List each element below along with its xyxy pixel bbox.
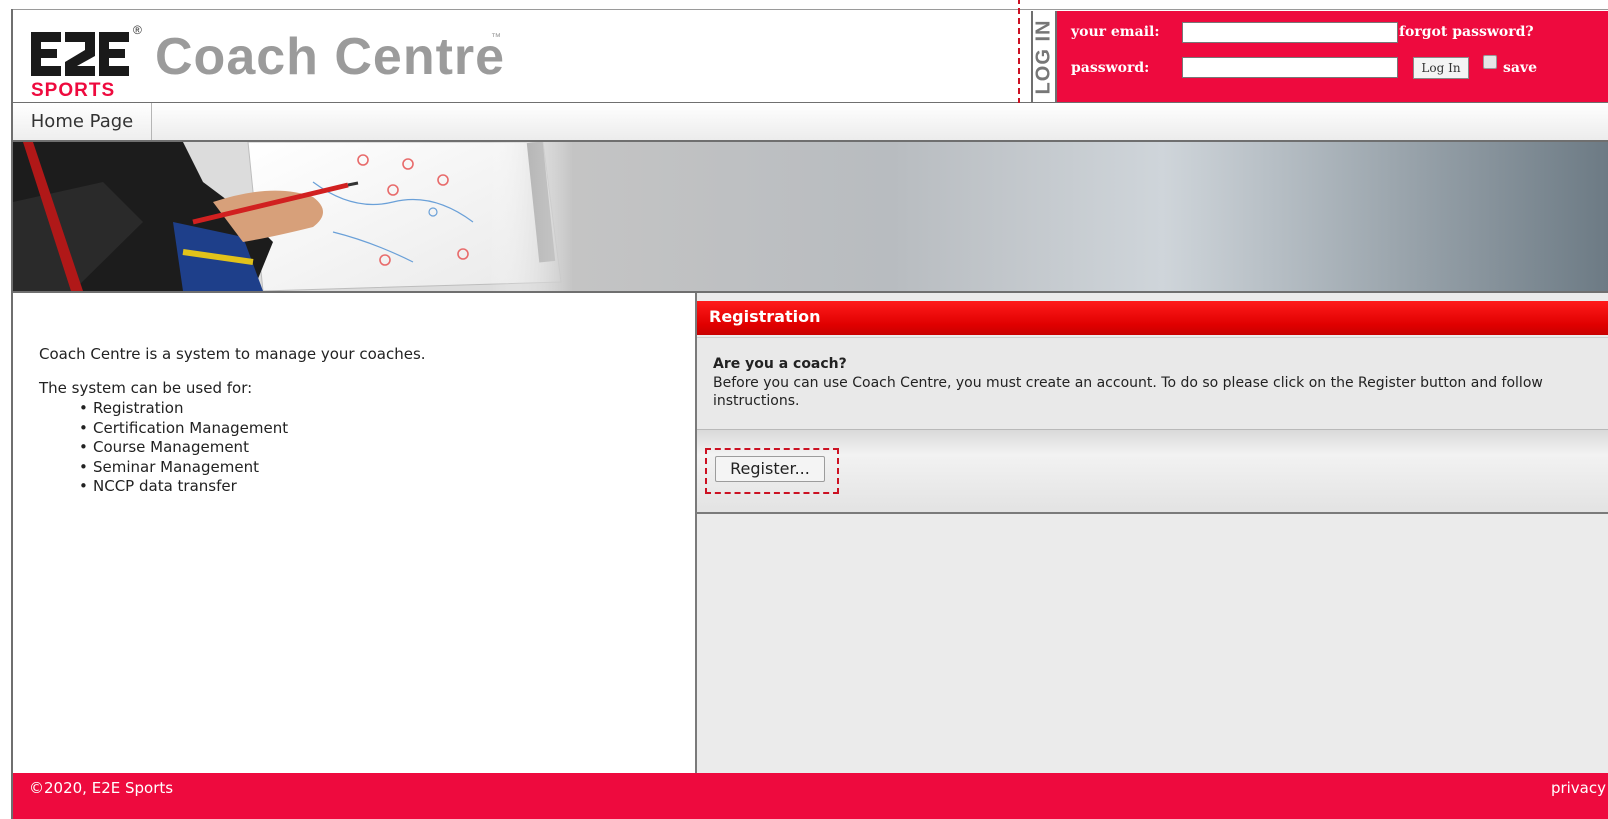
bullet-icon: • — [79, 418, 88, 437]
used-for-text: The system can be used for: — [39, 379, 253, 397]
save-label: save — [1503, 60, 1537, 76]
registration-question: Are you a coach? — [713, 356, 847, 372]
header: ® SPORTS Coach Centre ™ LOG IN your emai… — [13, 0, 1608, 114]
password-label: password: — [1071, 60, 1150, 76]
feature-list: • Registration • Certification Management … — [49, 399, 288, 497]
email-input[interactable] — [1182, 22, 1398, 43]
registration-title: Registration — [709, 307, 821, 326]
save-checkbox[interactable] — [1483, 55, 1497, 69]
feature-label: Seminar Management — [93, 457, 259, 476]
list-item: • Seminar Management — [79, 457, 288, 478]
registration-panel: Registration Are you a coach? Before you… — [695, 293, 1608, 773]
footer: ©2020, E2E Sports privacy — [13, 773, 1608, 819]
forgot-password-link[interactable]: forgot password? — [1399, 24, 1534, 40]
login-tab: LOG IN — [1033, 11, 1057, 102]
feature-label: Certification Management — [93, 418, 289, 437]
bullet-icon: • — [79, 399, 88, 417]
hero-banner — [13, 142, 1608, 293]
list-item: • Course Management — [79, 438, 288, 458]
intro-text: Coach Centre is a system to manage your … — [39, 345, 426, 363]
login-button[interactable]: Log In — [1413, 57, 1469, 79]
privacy-link[interactable]: privacy — [1551, 779, 1606, 797]
register-button[interactable]: Register... — [715, 456, 825, 482]
coach-clipboard-image — [13, 142, 573, 291]
password-input[interactable] — [1182, 57, 1398, 78]
login-tab-label: LOG IN — [1032, 19, 1055, 94]
bullet-icon: • — [79, 477, 88, 495]
list-item: • NCCP data transfer — [79, 477, 288, 497]
e2e-sports-logo[interactable]: ® SPORTS — [29, 20, 149, 102]
app-title: Coach Centre — [155, 28, 506, 86]
registration-body: Are you a coach? Before you can use Coac… — [697, 337, 1608, 430]
copyright-text: ©2020, E2E Sports — [29, 779, 174, 797]
registered-mark: ® — [133, 23, 142, 37]
registration-actions: Register... — [697, 429, 1608, 514]
feature-label: Registration — [93, 399, 184, 417]
bullet-icon: • — [79, 457, 88, 476]
bullet-icon: • — [79, 438, 88, 456]
page-frame: ® SPORTS Coach Centre ™ LOG IN your emai… — [11, 0, 1608, 819]
feature-label: NCCP data transfer — [93, 477, 237, 495]
registration-header: Registration — [697, 301, 1608, 335]
login-panel: LOG IN your email: forgot password? pass… — [1031, 11, 1608, 102]
feature-label: Course Management — [93, 438, 249, 456]
trademark-mark: ™ — [491, 32, 501, 43]
list-item: • Registration — [79, 399, 288, 419]
nav-item-home-page[interactable]: Home Page — [13, 103, 152, 140]
logo-sports-text: SPORTS — [31, 80, 115, 101]
main-nav: Home Page — [13, 103, 1608, 142]
email-label: your email: — [1071, 24, 1160, 40]
list-item: • Certification Management — [79, 418, 289, 439]
intro-section: Coach Centre is a system to manage your … — [13, 293, 695, 773]
registration-description: Before you can use Coach Centre, you mus… — [713, 375, 1543, 409]
